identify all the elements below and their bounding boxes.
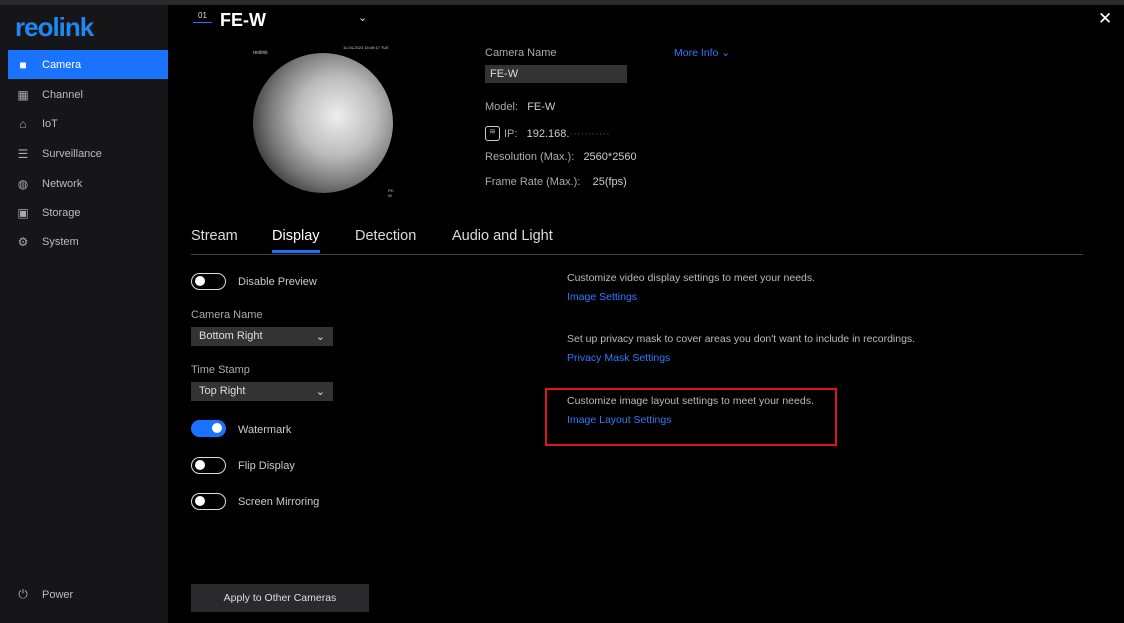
grid-icon: ▦ bbox=[17, 87, 29, 102]
fisheye-image bbox=[253, 53, 393, 193]
privacy-mask-desc: Set up privacy mask to cover areas you d… bbox=[567, 333, 916, 345]
time-stamp-label: Time Stamp bbox=[191, 364, 250, 376]
active-tab-indicator bbox=[272, 250, 320, 253]
reolink-logo: reolink bbox=[15, 12, 94, 42]
wifi-icon: ≋ bbox=[485, 126, 500, 141]
sidebar: reolink ■ Camera ▦ Channel ⌂ IoT ☰ Surveilla… bbox=[0, 5, 168, 623]
disable-preview-toggle[interactable] bbox=[191, 273, 226, 290]
sidebar-item-network[interactable]: ◍ Network bbox=[8, 169, 168, 198]
tab-audio-and-light[interactable]: Audio and Light bbox=[452, 228, 553, 244]
power-label: Power bbox=[42, 588, 74, 601]
sidebar-item-label: Camera bbox=[42, 58, 82, 71]
camera-title: FE-W bbox=[220, 10, 266, 30]
model-value: FE-W bbox=[527, 101, 556, 113]
chevron-down-icon: ⌄ bbox=[315, 331, 325, 343]
image-layout-desc: Customize image layout settings to meet … bbox=[567, 395, 814, 407]
resolution-row: Resolution (Max.): 2560*2560 bbox=[485, 151, 637, 163]
preview-name-overlay: FE-W bbox=[388, 188, 395, 198]
sidebar-item-camera[interactable]: ■ Camera bbox=[8, 50, 168, 79]
sidebar-item-storage[interactable]: ▣ Storage bbox=[8, 198, 168, 227]
tabs-divider bbox=[191, 254, 1083, 255]
globe-icon: ◍ bbox=[17, 176, 29, 191]
framerate-label: Frame Rate (Max.): bbox=[485, 176, 581, 188]
preview-timestamp: 11-04-2023 15:49:17 TUE bbox=[343, 45, 389, 50]
watermark-label: Watermark bbox=[238, 424, 292, 436]
disable-preview-label: Disable Preview bbox=[238, 276, 317, 288]
ip-label: IP: bbox=[504, 127, 518, 140]
ip-row: ≋ IP: 192.168. ··········· bbox=[485, 126, 610, 141]
close-button[interactable]: ✕ bbox=[1098, 9, 1112, 29]
model-label: Model: bbox=[485, 101, 519, 113]
image-settings-link[interactable]: Image Settings bbox=[567, 291, 637, 303]
flip-display-label: Flip Display bbox=[238, 460, 295, 472]
select-value: Bottom Right bbox=[199, 330, 263, 342]
tab-display[interactable]: Display bbox=[272, 228, 320, 244]
main-panel: 01 FE-W ⌄ ✕ reolink 11-04-2023 15:49:17 … bbox=[168, 5, 1124, 623]
channel-number: 01 bbox=[193, 11, 212, 23]
select-value: Top Right bbox=[199, 385, 246, 397]
sidebar-item-iot[interactable]: ⌂ IoT bbox=[8, 109, 168, 138]
apply-to-other-cameras-button[interactable]: Apply to Other Cameras bbox=[191, 584, 369, 612]
camera-name-position-label: Camera Name bbox=[191, 309, 263, 321]
watermark-toggle[interactable] bbox=[191, 420, 226, 437]
sidebar-item-channel[interactable]: ▦ Channel bbox=[8, 80, 168, 109]
sidebar-item-label: IoT bbox=[42, 117, 58, 130]
list-icon: ☰ bbox=[17, 146, 29, 161]
camera-name-position-select[interactable]: Bottom Right ⌄ bbox=[191, 327, 333, 346]
camera-select-chevron-icon[interactable]: ⌄ bbox=[358, 11, 367, 24]
camera-name-input[interactable]: FE-W bbox=[485, 65, 627, 83]
time-stamp-select[interactable]: Top Right ⌄ bbox=[191, 382, 333, 401]
camera-preview: reolink 11-04-2023 15:49:17 TUE FE-W bbox=[253, 45, 398, 198]
camera-icon: ■ bbox=[19, 57, 27, 72]
power-button[interactable]: ⏻ Power bbox=[8, 580, 168, 609]
preview-watermark: reolink bbox=[253, 50, 268, 56]
tab-detection[interactable]: Detection bbox=[355, 228, 416, 244]
chevron-down-icon: ⌄ bbox=[721, 47, 731, 59]
sidebar-item-label: Channel bbox=[42, 88, 83, 101]
resolution-value: 2560*2560 bbox=[583, 151, 637, 163]
image-layout-settings-link[interactable]: Image Layout Settings bbox=[567, 414, 671, 426]
screen-mirroring-toggle[interactable] bbox=[191, 493, 226, 510]
sidebar-item-label: System bbox=[42, 235, 79, 248]
model-row: Model: FE-W bbox=[485, 101, 555, 113]
chevron-down-icon: ⌄ bbox=[315, 386, 325, 398]
gear-icon: ⚙ bbox=[17, 234, 29, 249]
screen-mirroring-label: Screen Mirroring bbox=[238, 496, 320, 508]
sidebar-item-surveillance[interactable]: ☰ Surveillance bbox=[8, 139, 168, 168]
camera-name-label: Camera Name bbox=[485, 47, 557, 59]
tab-stream[interactable]: Stream bbox=[191, 228, 238, 244]
framerate-value: 25(fps) bbox=[592, 176, 627, 188]
more-info-label: More Info bbox=[674, 47, 719, 59]
sidebar-item-label: Network bbox=[42, 177, 83, 190]
power-icon: ⏻ bbox=[18, 587, 28, 601]
sidebar-item-label: Storage bbox=[42, 206, 81, 219]
image-settings-desc: Customize video display settings to meet… bbox=[567, 272, 816, 284]
privacy-mask-settings-link[interactable]: Privacy Mask Settings bbox=[567, 352, 670, 364]
storage-icon: ▣ bbox=[17, 205, 29, 220]
resolution-label: Resolution (Max.): bbox=[485, 151, 575, 163]
more-info-link[interactable]: More Info ⌄ bbox=[674, 47, 730, 59]
sidebar-item-label: Surveillance bbox=[42, 147, 102, 160]
home-icon: ⌂ bbox=[19, 116, 27, 131]
ip-value: 192.168. bbox=[526, 127, 570, 140]
sidebar-item-system[interactable]: ⚙ System bbox=[8, 227, 168, 256]
flip-display-toggle[interactable] bbox=[191, 457, 226, 474]
framerate-row: Frame Rate (Max.): 25(fps) bbox=[485, 176, 627, 188]
